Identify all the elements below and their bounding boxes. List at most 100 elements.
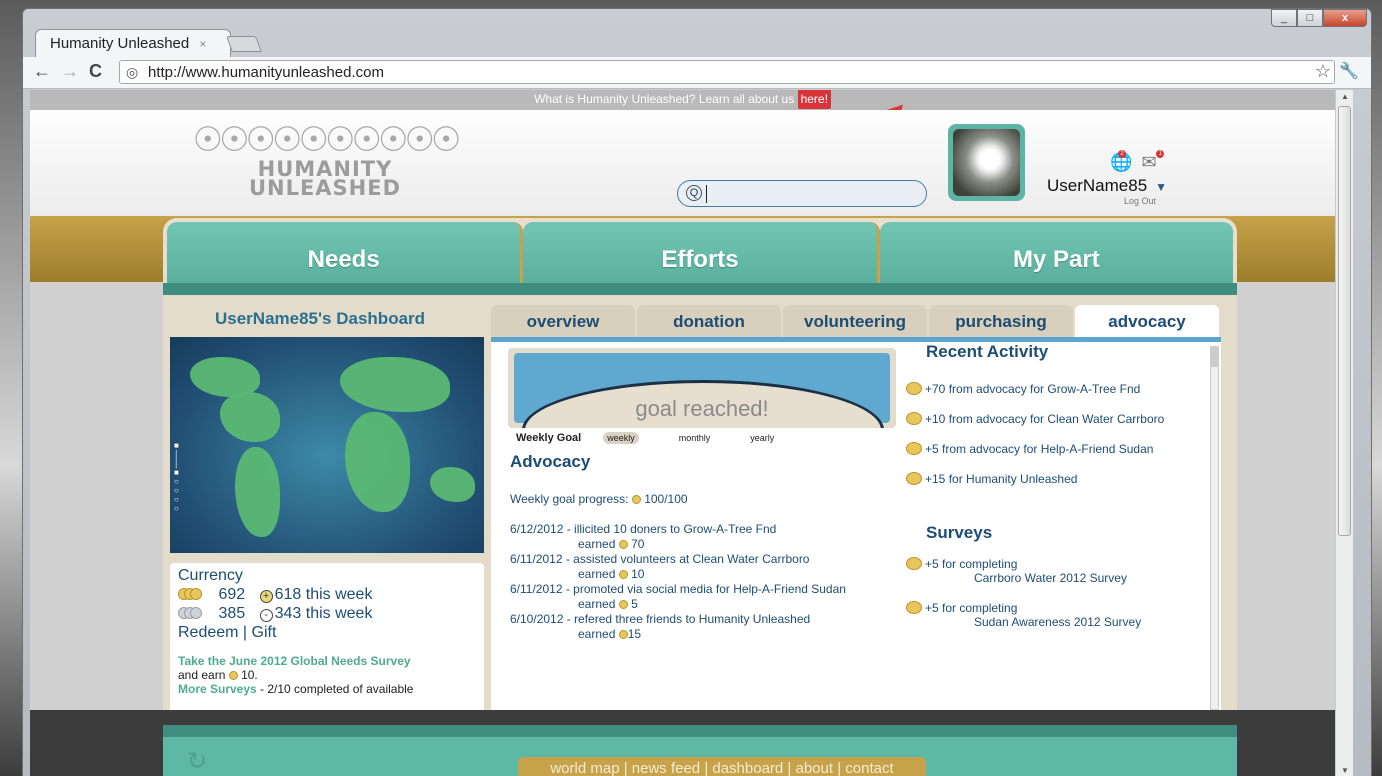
username-label: UserName85 [1047, 176, 1148, 195]
logo-line-2: UNLEASHED [248, 176, 402, 200]
map-zoom-control[interactable]: ■ │ │ ■ ○ ○ ○ ○ [174, 441, 182, 541]
text-cursor [706, 185, 707, 203]
avatar[interactable] [948, 124, 1025, 201]
earned-label: earned [578, 627, 616, 641]
coin-icon [906, 412, 922, 425]
list-item: +10 from advocacy for Clean Water Carrbo… [906, 412, 1164, 426]
reload-icon[interactable]: C [89, 61, 102, 82]
nav-efforts[interactable]: Efforts [523, 222, 880, 288]
goal-reached-text: goal reached! [635, 396, 769, 421]
page-scrollbar[interactable]: ▲ ▼ [1335, 90, 1353, 776]
loading-spinner-icon: ↻ [187, 748, 208, 775]
panel-scrollbar[interactable] [1210, 346, 1219, 710]
goal-period-selector: Weekly Goal weekly monthly yearly [516, 432, 814, 444]
browser-toolbar: ← → C ◎ http://www.humanityunleashed.com… [23, 57, 1371, 89]
list-item: +5 for completing Carrboro Water 2012 Sur… [906, 557, 1141, 585]
scroll-down-arrow-icon[interactable]: ▼ [1341, 766, 1349, 775]
info-banner-text: What is Humanity Unleashed? Learn all ab… [534, 92, 798, 106]
period-yearly[interactable]: yearly [750, 433, 774, 443]
category-tabs: overview donation volunteering purchasin… [491, 305, 1221, 337]
earned-value: 10 [631, 567, 645, 581]
scroll-up-arrow-icon[interactable]: ▲ [1341, 92, 1349, 101]
coin-icon [618, 570, 628, 579]
advocacy-title: Advocacy [510, 452, 591, 471]
log-entry-earned: earned 10 [510, 567, 846, 582]
weekly-goal-label: Weekly Goal [516, 432, 582, 444]
forward-arrow-icon[interactable]: → [61, 61, 79, 82]
logout-link[interactable]: Log Out [1124, 196, 1156, 206]
chevron-down-icon[interactable]: ▼ [1155, 180, 1167, 194]
earned-label: earned [578, 567, 616, 581]
tab-volunteering[interactable]: volunteering [783, 305, 927, 337]
log-entry-earned: earned 5 [510, 597, 846, 612]
weekly-progress: Weekly goal progress: 100/100 [510, 492, 688, 506]
tab-advocacy[interactable]: advocacy [1075, 305, 1219, 337]
tab-close-icon[interactable]: × [199, 37, 206, 51]
redeem-link[interactable]: Redeem [178, 624, 238, 641]
nav-needs[interactable]: Needs [167, 222, 524, 288]
silver-coins-icon [178, 605, 214, 623]
address-bar[interactable]: ◎ http://www.humanityunleashed.com [119, 60, 1335, 84]
nav-my-part[interactable]: My Part [879, 222, 1233, 288]
bookmark-star-icon[interactable]: ☆ [1315, 61, 1331, 82]
browser-tab[interactable]: Humanity Unleashed × [35, 29, 231, 57]
nav-strip [163, 283, 1237, 295]
gold-row: 692 +618 this week [178, 586, 476, 604]
learn-more-link[interactable]: here! [797, 90, 831, 109]
survey-reward: +5 for completing [925, 557, 1018, 571]
log-entry: 6/11/2012 - assisted volunteers at Clean… [510, 552, 846, 582]
minimize-button[interactable]: _ [1271, 9, 1297, 27]
more-surveys-link[interactable]: More Surveys [178, 682, 257, 696]
activity-text: +70 from advocacy for Grow-A-Tree Fnd [925, 382, 1141, 396]
gift-link[interactable]: Gift [252, 624, 277, 641]
silver-row: 385 -343 this week [178, 605, 476, 623]
close-window-button[interactable]: x [1323, 9, 1367, 27]
log-entry-text: 6/11/2012 - promoted via social media fo… [510, 582, 846, 596]
surveys-title: Surveys [926, 523, 993, 542]
main-nav: Needs Efforts My Part [163, 218, 1237, 288]
separator: | [238, 624, 252, 641]
survey-name: Sudan Awareness 2012 Survey [974, 615, 1142, 629]
coin-icon [906, 601, 922, 614]
activity-text: +10 from advocacy for Clean Water Carrbo… [925, 412, 1165, 426]
progress-value: 100/100 [644, 492, 688, 506]
tab-overview[interactable]: overview [491, 305, 635, 337]
maximize-button[interactable]: □ [1297, 9, 1323, 27]
site-footer: ↻ world map | news feed | dashboard | ab… [163, 725, 1237, 776]
wrench-icon[interactable]: 🔧 [1339, 61, 1359, 81]
globe-notification-icon[interactable]: 🌐 2 [1110, 150, 1132, 172]
list-item: +70 from advocacy for Grow-A-Tree Fnd [906, 382, 1164, 396]
earned-label: earned [578, 537, 616, 551]
page-info-icon[interactable]: ◎ [126, 64, 138, 81]
gold-week: 618 this week [274, 586, 373, 603]
list-item: +5 from advocacy for Help-A-Friend Sudan [906, 442, 1164, 456]
list-item: +5 for completing Sudan Awareness 2012 Su… [906, 601, 1141, 629]
dashboard-content: UserName85's Dashboard ■ │ │ ■ ○ ○ ○ ○ Currency… [163, 295, 1237, 725]
coin-icon [618, 630, 628, 639]
footer-links[interactable]: world map | news feed | dashboard | abou… [518, 757, 926, 776]
coin-icon [631, 495, 641, 504]
earn-prefix: and earn [178, 668, 226, 682]
back-arrow-icon[interactable]: ← [33, 61, 51, 82]
log-entry-earned: earned 15 [510, 627, 846, 642]
tab-purchasing[interactable]: purchasing [929, 305, 1073, 337]
new-tab-button[interactable] [226, 36, 262, 52]
user-menu[interactable]: UserName85 ▼ [1047, 176, 1167, 196]
mail-icon[interactable]: ✉ 1 [1141, 150, 1165, 172]
log-entry-text: 6/12/2012 - illicited 10 doners to Grow-… [510, 522, 777, 536]
notifications: 🌐 2 ✉ 1 [1110, 150, 1165, 173]
currency-panel: Currency 692 +618 this week 385 -343 thi… [170, 563, 484, 718]
site-logo[interactable]: ☉☉☉☉☉☉☉☉☉☉ HUMANITY UNLEASHED [192, 120, 462, 214]
map-north-america [190, 357, 260, 397]
period-weekly[interactable]: weekly [603, 432, 639, 444]
scroll-thumb[interactable] [1338, 106, 1351, 536]
people-chain-icon: ☉☉☉☉☉☉☉☉☉☉ [192, 121, 462, 159]
coin-icon [618, 540, 628, 549]
info-banner: What is Humanity Unleashed? Learn all ab… [30, 90, 1335, 110]
global-needs-survey-link[interactable]: Take the June 2012 Global Needs Survey [178, 654, 476, 668]
site-search-input[interactable]: Q [677, 180, 927, 207]
log-entry-text: 6/11/2012 - assisted volunteers at Clean… [510, 552, 810, 566]
period-monthly[interactable]: monthly [679, 433, 711, 443]
tab-donation[interactable]: donation [637, 305, 781, 337]
world-map[interactable]: ■ │ │ ■ ○ ○ ○ ○ [170, 337, 484, 553]
